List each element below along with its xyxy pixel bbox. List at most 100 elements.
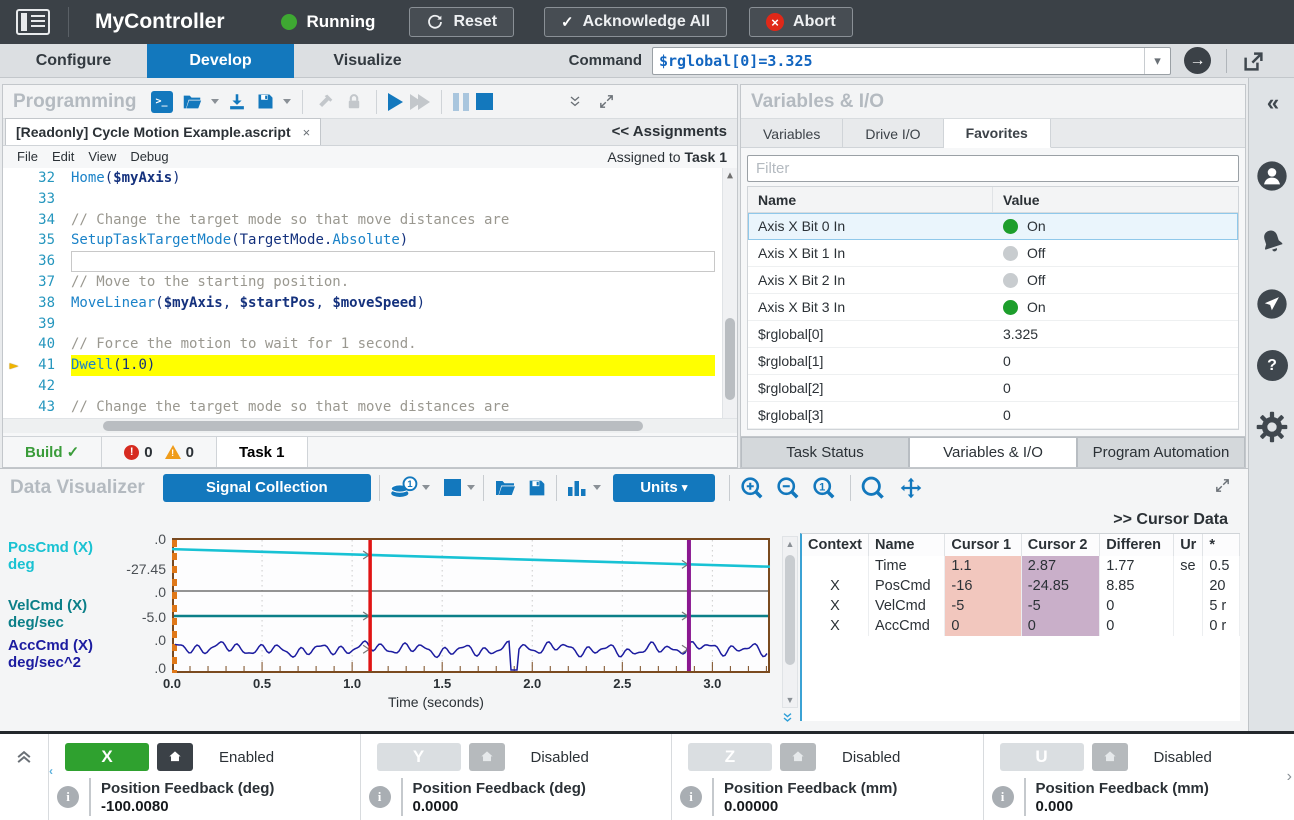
chart-type-dropdown-icon[interactable] bbox=[593, 485, 601, 490]
help-icon[interactable]: ? bbox=[1249, 350, 1294, 381]
scope-dropdown-icon[interactable] bbox=[422, 485, 430, 490]
cursor-col-ur[interactable]: Ur bbox=[1174, 534, 1203, 556]
plot-style-dropdown-icon[interactable] bbox=[467, 485, 475, 490]
variable-row[interactable]: Axis X Bit 1 InOff bbox=[748, 240, 1238, 267]
cursor-col-differen[interactable]: Differen bbox=[1100, 534, 1174, 556]
acknowledge-all-button[interactable]: ✓ Acknowledge All bbox=[544, 7, 727, 37]
value-column-header[interactable]: Value bbox=[993, 187, 1040, 212]
pause-icon[interactable] bbox=[453, 93, 469, 111]
code-line-41[interactable]: ►41Dwell(1.0) bbox=[3, 355, 737, 376]
bottom-tab-variables-i-o[interactable]: Variables & I/O bbox=[909, 437, 1077, 467]
collapse-chart-icon[interactable] bbox=[780, 711, 795, 725]
editor-horizontal-scrollbar[interactable] bbox=[3, 418, 737, 433]
expand-visualizer-icon[interactable] bbox=[1214, 477, 1231, 494]
info-icon[interactable]: i bbox=[992, 786, 1014, 808]
name-column-header[interactable]: Name bbox=[748, 187, 993, 212]
nav-tab-visualize[interactable]: Visualize bbox=[294, 44, 441, 78]
axis-u-button[interactable]: U bbox=[1000, 743, 1084, 771]
open-file-icon[interactable] bbox=[180, 91, 204, 113]
user-icon[interactable] bbox=[1249, 160, 1294, 197]
download-icon[interactable] bbox=[226, 91, 248, 113]
open-file-dropdown-icon[interactable] bbox=[211, 99, 219, 104]
main-menu-icon[interactable] bbox=[16, 9, 50, 35]
command-execute-button[interactable]: → bbox=[1184, 47, 1211, 74]
menu-file[interactable]: File bbox=[17, 149, 38, 164]
collapse-sidebar-icon[interactable]: « bbox=[1249, 90, 1294, 116]
variable-row[interactable]: Axis X Bit 2 InOff bbox=[748, 267, 1238, 294]
command-history-dropdown-icon[interactable]: ▾ bbox=[1144, 48, 1170, 74]
axis-x-home-button[interactable] bbox=[157, 743, 193, 771]
axes-scroll-right-icon[interactable]: › bbox=[1287, 768, 1292, 786]
variable-row[interactable]: Axis X Bit 0 InOn bbox=[748, 213, 1238, 240]
collapse-toolbar-icon[interactable] bbox=[567, 94, 583, 110]
code-line-32[interactable]: 32Home($myAxis) bbox=[3, 168, 737, 189]
run-icon[interactable] bbox=[388, 93, 403, 111]
variable-row[interactable]: $rglobal[1]0 bbox=[748, 348, 1238, 375]
menu-view[interactable]: View bbox=[88, 149, 116, 164]
new-script-icon[interactable]: >_ bbox=[151, 91, 173, 113]
pan-move-icon[interactable] bbox=[897, 474, 925, 502]
reset-button[interactable]: Reset bbox=[409, 7, 514, 37]
variable-row[interactable]: Axis X Bit 3 InOn bbox=[748, 294, 1238, 321]
menu-edit[interactable]: Edit bbox=[52, 149, 74, 164]
plot-style-icon[interactable] bbox=[444, 479, 461, 496]
info-icon[interactable]: i bbox=[680, 786, 702, 808]
save-signals-icon[interactable] bbox=[526, 477, 548, 499]
cursor-col--[interactable]: * bbox=[1203, 534, 1240, 556]
stop-icon[interactable] bbox=[476, 93, 493, 110]
code-line-39[interactable]: 39 bbox=[3, 314, 737, 335]
zoom-out-icon[interactable] bbox=[774, 474, 802, 502]
variable-row[interactable]: $rglobal[0]3.325 bbox=[748, 321, 1238, 348]
signal-collection-button[interactable]: Signal Collection bbox=[163, 474, 371, 502]
external-window-icon[interactable] bbox=[1240, 48, 1267, 75]
scroll-up-icon[interactable]: ▲ bbox=[723, 170, 737, 181]
variable-row[interactable]: $rglobal[3]0 bbox=[748, 402, 1238, 429]
cursor-col-context[interactable]: Context bbox=[802, 534, 868, 556]
chart-vertical-scrollbar[interactable]: ▲ ▼ bbox=[782, 536, 798, 708]
filter-input[interactable] bbox=[747, 155, 1239, 182]
axis-y-home-button[interactable] bbox=[469, 743, 505, 771]
signal-plot[interactable] bbox=[172, 538, 772, 678]
abort-button[interactable]: × Abort bbox=[749, 7, 853, 37]
axis-z-home-button[interactable] bbox=[780, 743, 816, 771]
info-icon[interactable]: i bbox=[57, 786, 79, 808]
code-line-42[interactable]: 42 bbox=[3, 376, 737, 397]
save-dropdown-icon[interactable] bbox=[283, 99, 291, 104]
series-label-2[interactable]: VelCmd (X)deg/sec bbox=[8, 597, 87, 631]
scope-collections-icon[interactable]: 1 bbox=[388, 475, 418, 501]
build-save-icon[interactable] bbox=[343, 91, 365, 113]
axis-y-button[interactable]: Y bbox=[377, 743, 461, 771]
build-status[interactable]: Build ✓ bbox=[3, 437, 102, 467]
cursor-col-cursor-2[interactable]: Cursor 2 bbox=[1021, 534, 1099, 556]
series-label-1[interactable]: PosCmd (X)deg bbox=[8, 539, 93, 573]
chart-type-icon[interactable] bbox=[565, 476, 589, 500]
expand-panel-icon[interactable] bbox=[598, 93, 615, 110]
cursor-col-cursor-1[interactable]: Cursor 1 bbox=[945, 534, 1021, 556]
variables-tab-drive-i-o[interactable]: Drive I/O bbox=[843, 119, 943, 148]
bottom-tab-program-automation[interactable]: Program Automation bbox=[1077, 437, 1245, 467]
search-icon[interactable] bbox=[859, 474, 887, 502]
settings-gear-icon[interactable] bbox=[1249, 410, 1294, 449]
build-icon[interactable] bbox=[314, 91, 336, 113]
cursor-col-name[interactable]: Name bbox=[868, 534, 944, 556]
navigate-send-icon[interactable] bbox=[1249, 288, 1294, 325]
bottom-tab-task-status[interactable]: Task Status bbox=[741, 437, 909, 467]
close-tab-icon[interactable]: × bbox=[303, 125, 311, 140]
file-tab[interactable]: [Readonly] Cycle Motion Example.ascript … bbox=[5, 118, 321, 145]
code-line-37[interactable]: 37// Move to the starting position. bbox=[3, 272, 737, 293]
series-label-3[interactable]: AccCmd (X)deg/sec^2 bbox=[8, 637, 93, 671]
command-input[interactable] bbox=[659, 49, 1139, 73]
info-icon[interactable]: i bbox=[369, 786, 391, 808]
cursor-data-link[interactable]: >> Cursor Data bbox=[1113, 511, 1228, 529]
code-line-43[interactable]: 43// Change the target mode so that move… bbox=[3, 397, 737, 418]
open-signals-icon[interactable] bbox=[492, 476, 518, 500]
task-1-tab[interactable]: Task 1 bbox=[217, 437, 308, 467]
assignments-link[interactable]: << Assignments bbox=[612, 123, 727, 140]
errors-warnings[interactable]: !0 !0 bbox=[102, 437, 217, 467]
code-editor[interactable]: 32Home($myAxis)3334// Change the target … bbox=[3, 168, 737, 418]
code-line-35[interactable]: 35SetupTaskTargetMode(TargetMode.Absolut… bbox=[3, 230, 737, 251]
axis-x-button[interactable]: X bbox=[65, 743, 149, 771]
units-button[interactable]: Units ▾ bbox=[613, 474, 715, 502]
code-line-38[interactable]: 38MoveLinear($myAxis, $startPos, $moveSp… bbox=[3, 293, 737, 314]
variables-tab-favorites[interactable]: Favorites bbox=[944, 119, 1051, 148]
